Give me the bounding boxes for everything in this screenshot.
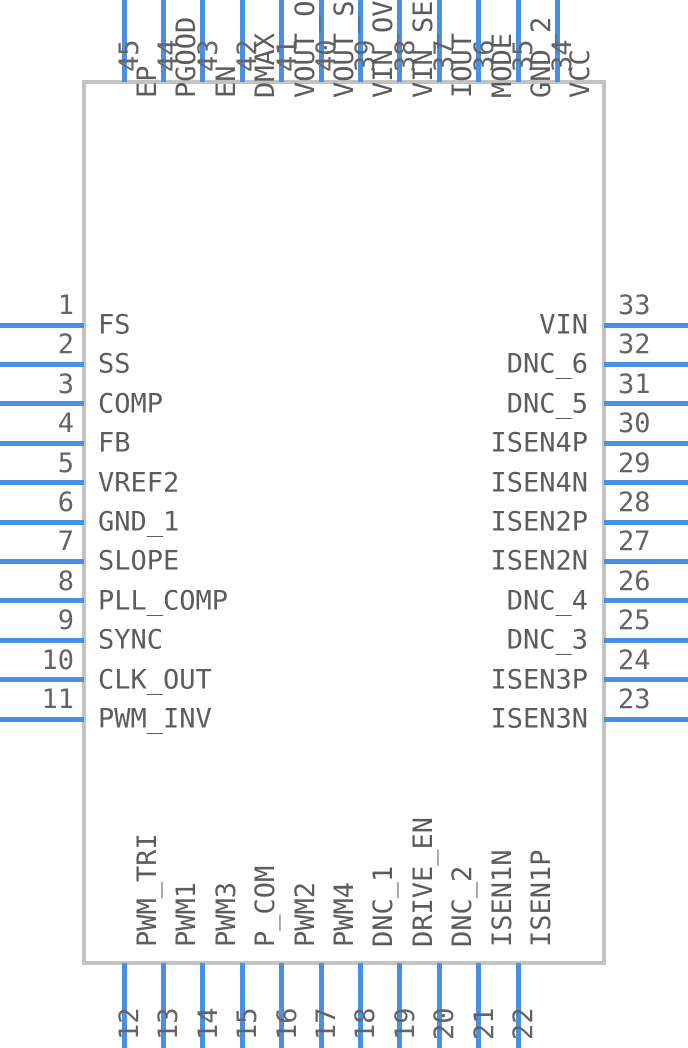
pin-number-30: 30 bbox=[618, 408, 651, 440]
pin-label-isen2n: ISEN2N bbox=[490, 545, 588, 577]
pin-number-25: 25 bbox=[618, 605, 651, 637]
pin-label-pwm2: PWM2 bbox=[289, 881, 321, 947]
pin-number-13: 13 bbox=[153, 1007, 185, 1040]
pin-conductor-31[interactable] bbox=[604, 401, 688, 407]
pin-label-vcc: VCC bbox=[565, 49, 597, 98]
pin-conductor-28[interactable] bbox=[604, 519, 688, 525]
pin-label-p_com: P_COM bbox=[250, 865, 282, 947]
pin-label-pwm3: PWM3 bbox=[210, 881, 242, 947]
pin-label-isen1n: ISEN1N bbox=[486, 849, 518, 947]
pin-number-22: 22 bbox=[508, 1007, 539, 1040]
pin-number-33: 33 bbox=[618, 290, 651, 321]
pin-number-24: 24 bbox=[618, 644, 651, 676]
pin-conductor-26[interactable] bbox=[604, 598, 688, 604]
pin-label-dnc_3: DNC_3 bbox=[506, 624, 588, 656]
pin-number-26: 26 bbox=[618, 565, 651, 597]
pin-conductor-32[interactable] bbox=[604, 361, 688, 367]
ic-pinout-diagram: 1 FS 2 SS 3 COMP 4 FB 5 VREF2 6 GND_1 7 SLOPE 8 PLL_COM… bbox=[0, 0, 688, 1048]
pin-number-29: 29 bbox=[618, 447, 651, 479]
pin-label-ep: EP bbox=[132, 65, 163, 98]
pin-conductor-24[interactable] bbox=[604, 677, 688, 683]
pin-label-isen4n: ISEN4N bbox=[490, 467, 588, 499]
pin-number-21: 21 bbox=[468, 1007, 500, 1040]
pin-label-isen3n: ISEN3N bbox=[490, 703, 588, 735]
pin-label-vin: VIN bbox=[539, 309, 588, 341]
pin-label-isen1p: ISEN1P bbox=[526, 849, 557, 947]
pin-label-dmax: DMAX bbox=[250, 32, 282, 98]
pin-conductor-33[interactable] bbox=[604, 322, 688, 328]
pin-label-dnc_5: DNC_5 bbox=[506, 388, 588, 420]
pin-number-17: 17 bbox=[311, 1007, 342, 1040]
pin-number-15: 15 bbox=[232, 1007, 264, 1040]
pin-label-drive_en: DRIVE_EN bbox=[407, 816, 439, 947]
pin-conductor-25[interactable] bbox=[604, 637, 688, 643]
pin-number-16: 16 bbox=[271, 1007, 303, 1040]
pin-label-pwm_tri: PWM_TRI bbox=[132, 833, 163, 947]
pin-label-pwm4: PWM4 bbox=[329, 881, 360, 947]
pin-number-31: 31 bbox=[618, 368, 651, 400]
pin-label-gnd_2: GND_2 bbox=[526, 16, 557, 98]
pin-number-19: 19 bbox=[389, 1007, 421, 1040]
pin-label-isen3p: ISEN3P bbox=[490, 664, 588, 696]
pin-conductor-27[interactable] bbox=[604, 558, 688, 564]
pin-number-14: 14 bbox=[192, 1007, 224, 1040]
pin-label-iout: IOUT bbox=[447, 32, 479, 98]
pin-number-28: 28 bbox=[618, 487, 651, 518]
pin-number-20: 20 bbox=[429, 1007, 461, 1040]
pin-label-isen4p: ISEN4P bbox=[490, 427, 588, 459]
pin-label-pgood: PGOOD bbox=[171, 16, 203, 98]
pin-number-18: 18 bbox=[350, 1007, 382, 1040]
pin-number-23: 23 bbox=[618, 684, 651, 715]
pin-number-12: 12 bbox=[114, 1007, 145, 1040]
pin-label-dnc_2: DNC_2 bbox=[447, 865, 479, 947]
pin-label-vin_sen: VIN_SEN bbox=[407, 0, 439, 98]
pin-label-vout_ovb: VOUT_OVB bbox=[289, 0, 321, 98]
pin-label-dnc_1: DNC_1 bbox=[368, 865, 400, 947]
pin-conductor-29[interactable] bbox=[604, 480, 688, 486]
pin-conductor-30[interactable] bbox=[604, 440, 688, 446]
pin-label-en: EN bbox=[210, 65, 242, 98]
pin-label-isen2p: ISEN2P bbox=[490, 506, 588, 538]
pin-conductor-23[interactable] bbox=[604, 716, 688, 722]
pin-label-dnc_6: DNC_6 bbox=[506, 348, 588, 380]
pin-number-32: 32 bbox=[618, 329, 651, 361]
pin-label-vin_ovb: VIN_OVB bbox=[368, 0, 400, 98]
pin-label-vout_sen: VOUT_SEN bbox=[329, 0, 360, 98]
pin-number-27: 27 bbox=[618, 526, 651, 558]
pin-label-mode: MODE bbox=[486, 32, 518, 98]
pin-label-pwm1: PWM1 bbox=[171, 881, 203, 947]
pin-label-dnc_4: DNC_4 bbox=[506, 585, 588, 617]
